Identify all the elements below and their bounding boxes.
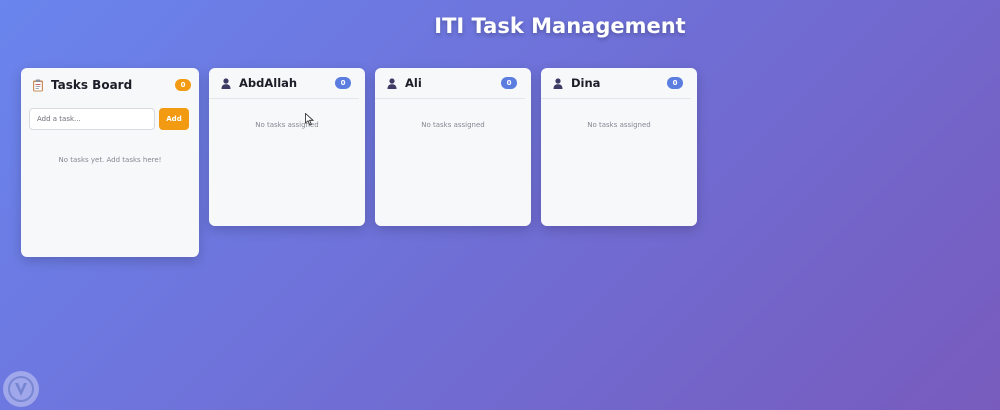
tasks-board-header: Tasks Board 0 (21, 68, 199, 102)
member-count-badge: 0 (335, 77, 351, 89)
add-task-button[interactable]: Add (159, 108, 189, 130)
user-icon (551, 76, 565, 90)
page-title: ITI Task Management (434, 14, 686, 38)
member-board-abdallah: AbdAllah 0 No tasks assigned (209, 68, 365, 226)
member-board-header: Ali 0 (375, 68, 525, 99)
clipboard-icon (31, 78, 45, 92)
member-name: Dina (571, 76, 601, 90)
member-board-header: Dina 0 (541, 68, 691, 99)
tasks-board: Tasks Board 0 Add No tasks yet. Add task… (21, 68, 199, 257)
tasks-empty-message: No tasks yet. Add tasks here! (58, 156, 162, 164)
member-board-dina: Dina 0 No tasks assigned (541, 68, 697, 226)
add-task-row: Add (21, 102, 199, 130)
member-count-badge: 0 (501, 77, 517, 89)
member-count-badge: 0 (667, 77, 683, 89)
member-empty-message: No tasks assigned (587, 121, 651, 129)
add-task-input[interactable] (29, 108, 155, 130)
member-board-ali: Ali 0 No tasks assigned (375, 68, 531, 226)
member-name: AbdAllah (239, 76, 298, 90)
tasks-board-title: Tasks Board (51, 78, 133, 92)
user-icon (219, 76, 233, 90)
corner-logo-icon (3, 371, 39, 407)
tasks-count-badge: 0 (175, 79, 191, 91)
member-empty-message: No tasks assigned (255, 121, 319, 129)
user-icon (385, 76, 399, 90)
mouse-cursor-icon (305, 111, 315, 130)
member-board-header: AbdAllah 0 (209, 68, 359, 99)
member-name: Ali (405, 76, 422, 90)
member-empty-message: No tasks assigned (421, 121, 485, 129)
